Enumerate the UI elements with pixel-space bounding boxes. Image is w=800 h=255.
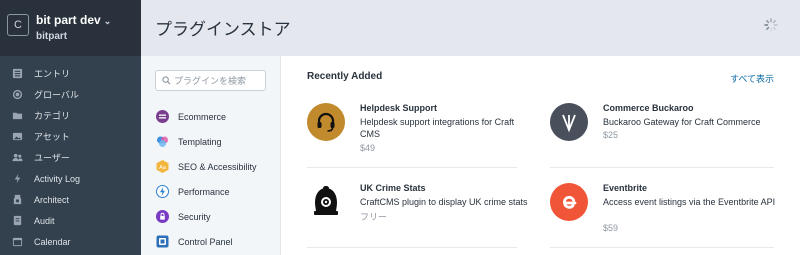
category-control-panel[interactable]: Control Panel — [155, 229, 257, 254]
search-icon — [162, 76, 171, 85]
bolt-icon — [10, 173, 24, 185]
category-security[interactable]: Security — [155, 204, 257, 229]
plugin-name: Eventbrite — [603, 183, 648, 193]
svg-text:Aa: Aa — [159, 165, 167, 171]
plugin-card-uk-crime-stats[interactable]: UK Crime Stats CraftCMS plugin to displa… — [307, 183, 528, 235]
architect-icon — [10, 194, 24, 206]
performance-icon — [155, 185, 169, 199]
police-helmet-icon — [307, 183, 345, 221]
content-panel: Ecommerce Templating Aa SEO & Accessibil… — [141, 56, 800, 255]
nav-item-label: アセット — [34, 132, 70, 142]
plugin-card-commerce-buckaroo[interactable]: Commerce Buckaroo Buckaroo Gateway for C… — [550, 103, 761, 155]
headset-icon — [307, 103, 345, 141]
templating-icon — [155, 135, 169, 149]
site-header[interactable]: C bit part dev ⌄ bitpart — [0, 0, 141, 56]
plugin-price: $59 — [603, 223, 619, 233]
page-header: プラグインストア — [141, 0, 800, 56]
category-templating[interactable]: Templating — [155, 129, 257, 154]
row-divider — [307, 247, 517, 248]
plugin-card-eventbrite[interactable]: Eventbrite Access event listings via the… — [550, 183, 775, 235]
site-logo: C — [7, 14, 29, 36]
category-seo-accessibility[interactable]: Aa SEO & Accessibility — [155, 154, 257, 179]
nav-item-activity-log[interactable]: Activity Log — [0, 168, 141, 189]
recently-added-section: Recently Added すべて表示 Helpdesk Support He… — [281, 56, 800, 255]
nav-item-entries[interactable]: エントリ — [0, 63, 141, 84]
category-label: Templating — [178, 136, 222, 147]
plugin-search[interactable] — [155, 70, 266, 91]
plugin-description: Access event listings via the Eventbrite… — [603, 197, 776, 207]
nav-item-label: エントリ — [34, 69, 71, 79]
audit-icon — [10, 215, 24, 227]
nav-item-assets[interactable]: アセット — [0, 126, 141, 147]
image-icon — [10, 131, 24, 143]
nav-item-audit[interactable]: Audit — [0, 210, 141, 231]
loading-spinner-icon — [764, 18, 778, 32]
nav-item-users[interactable]: ユーザー — [0, 147, 141, 168]
nav-item-calendar[interactable]: Calendar — [0, 231, 141, 252]
plugin-name: Helpdesk Support — [360, 103, 438, 113]
row-divider — [307, 167, 517, 168]
site-name[interactable]: bit part dev ⌄ — [36, 13, 111, 27]
nav-item-label: Calendar — [34, 236, 71, 247]
main-nav: エントリ グローバル カテゴリ アセット ユーザー Activity Log A… — [0, 56, 141, 252]
security-icon — [155, 210, 169, 224]
plugin-price: $25 — [603, 130, 619, 140]
globe-icon — [10, 89, 24, 101]
control-panel-icon — [155, 235, 169, 249]
page-title: プラグインストア — [155, 20, 291, 39]
nav-item-globals[interactable]: グローバル — [0, 84, 141, 105]
plugin-description: Helpdesk support integrations for Craft … — [360, 117, 515, 139]
calendar-icon — [10, 236, 24, 248]
category-list: Ecommerce Templating Aa SEO & Accessibil… — [155, 104, 257, 254]
category-sidebar: Ecommerce Templating Aa SEO & Accessibil… — [141, 56, 281, 255]
nav-item-label: カテゴリ — [34, 111, 71, 121]
nav-item-label: Activity Log — [34, 173, 81, 184]
nav-item-label: グローバル — [34, 90, 79, 100]
category-label: Security — [178, 211, 211, 222]
entries-icon — [10, 68, 24, 80]
plugin-price: フリー — [360, 212, 388, 222]
category-label: Performance — [178, 186, 230, 197]
buckaroo-icon — [550, 103, 588, 141]
chevron-down-icon: ⌄ — [103, 16, 112, 26]
row-divider — [550, 247, 774, 248]
nav-item-label: Audit — [34, 215, 55, 226]
plugin-name: Commerce Buckaroo — [603, 103, 694, 113]
category-label: Ecommerce — [178, 111, 227, 122]
plugin-description: Buckaroo Gateway for Craft Commerce — [603, 117, 761, 127]
nav-item-label: Architect — [34, 194, 70, 205]
users-icon — [10, 152, 24, 164]
site-name-label: bit part dev — [36, 13, 101, 27]
category-label: SEO & Accessibility — [178, 161, 257, 172]
search-input[interactable] — [174, 75, 264, 86]
nav-item-label: ユーザー — [34, 153, 70, 163]
row-divider — [550, 167, 774, 168]
section-title: Recently Added — [307, 71, 383, 82]
plugin-price: $49 — [360, 143, 376, 153]
plugin-name: UK Crime Stats — [360, 183, 426, 193]
site-handle: bitpart — [36, 31, 68, 42]
plugin-description: CraftCMS plugin to display UK crime stat… — [360, 197, 528, 207]
see-all-link[interactable]: すべて表示 — [730, 72, 774, 85]
category-performance[interactable]: Performance — [155, 179, 257, 204]
plugin-card-helpdesk-support[interactable]: Helpdesk Support Helpdesk support integr… — [307, 103, 517, 155]
nav-item-architect[interactable]: Architect — [0, 189, 141, 210]
category-label: Control Panel — [178, 236, 233, 247]
folder-icon — [10, 110, 24, 122]
seo-icon: Aa — [155, 160, 169, 174]
ecommerce-icon — [155, 110, 169, 124]
sidebar: C bit part dev ⌄ bitpart エントリ グローバル カテゴリ … — [0, 0, 141, 255]
eventbrite-icon — [550, 183, 588, 221]
nav-item-categories[interactable]: カテゴリ — [0, 105, 141, 126]
category-ecommerce[interactable]: Ecommerce — [155, 104, 257, 129]
